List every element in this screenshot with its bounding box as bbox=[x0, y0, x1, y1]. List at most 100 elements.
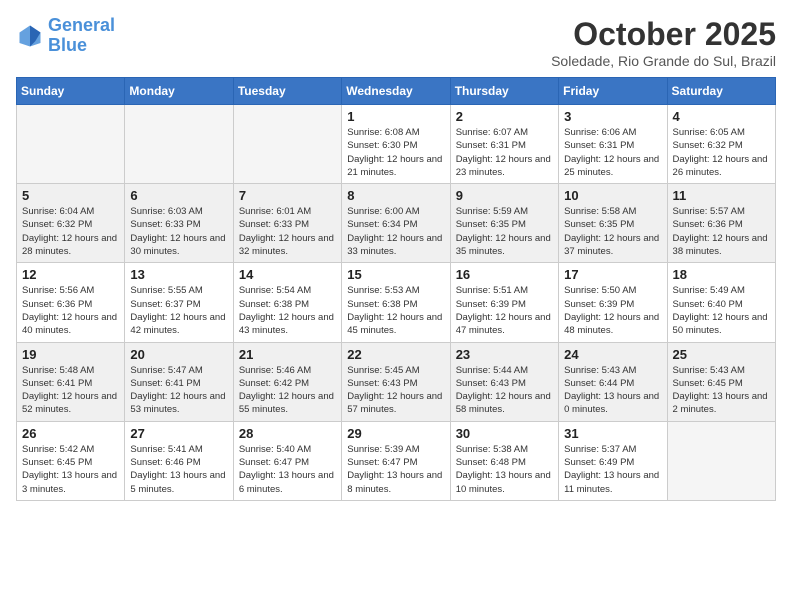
day-number: 7 bbox=[239, 188, 336, 203]
calendar-cell: 2 Sunrise: 6:07 AMSunset: 6:31 PMDaylight… bbox=[450, 105, 558, 184]
column-header-monday: Monday bbox=[125, 78, 233, 105]
day-number: 18 bbox=[673, 267, 770, 282]
location-subtitle: Soledade, Rio Grande do Sul, Brazil bbox=[551, 53, 776, 69]
calendar-cell: 26Sunrise: 5:42 AMSunset: 6:45 PMDayligh… bbox=[17, 421, 125, 500]
day-number: 13 bbox=[130, 267, 227, 282]
day-info: Sunrise: 5:56 AMSunset: 6:36 PMDaylight:… bbox=[22, 284, 119, 337]
day-info: Sunrise: 6:01 AMSunset: 6:33 PMDaylight:… bbox=[239, 205, 336, 258]
calendar-cell: 1Sunrise: 6:08 AMSunset: 6:30 PMDaylight… bbox=[342, 105, 450, 184]
logo: General Blue bbox=[16, 16, 115, 56]
day-info: Sunrise: 6:00 AMSunset: 6:34 PMDaylight:… bbox=[347, 205, 444, 258]
day-number: 17 bbox=[564, 267, 661, 282]
day-info: Sunrise: 5:44 AMSunset: 6:43 PMDaylight:… bbox=[456, 364, 553, 417]
day-info: Sunrise: 6:05 AMSunset: 6:32 PMDaylight:… bbox=[673, 126, 770, 179]
calendar-cell bbox=[125, 105, 233, 184]
day-info: Sunrise: 5:42 AMSunset: 6:45 PMDaylight:… bbox=[22, 443, 119, 496]
calendar-table: SundayMondayTuesdayWednesdayThursdayFrid… bbox=[16, 77, 776, 501]
calendar-header-row: SundayMondayTuesdayWednesdayThursdayFrid… bbox=[17, 78, 776, 105]
day-info: Sunrise: 6:04 AMSunset: 6:32 PMDaylight:… bbox=[22, 205, 119, 258]
day-info: Sunrise: 5:55 AMSunset: 6:37 PMDaylight:… bbox=[130, 284, 227, 337]
day-info: Sunrise: 5:50 AMSunset: 6:39 PMDaylight:… bbox=[564, 284, 661, 337]
calendar-week-row: 1Sunrise: 6:08 AMSunset: 6:30 PMDaylight… bbox=[17, 105, 776, 184]
day-number: 8 bbox=[347, 188, 444, 203]
calendar-cell: 28 Sunrise: 5:40 AMSunset: 6:47 PMDayligh… bbox=[233, 421, 341, 500]
day-number: 4 bbox=[673, 109, 770, 124]
column-header-saturday: Saturday bbox=[667, 78, 775, 105]
day-info: Sunrise: 5:53 AMSunset: 6:38 PMDaylight:… bbox=[347, 284, 444, 337]
calendar-cell: 27Sunrise: 5:41 AMSunset: 6:46 PMDayligh… bbox=[125, 421, 233, 500]
day-info: Sunrise: 5:51 AMSunset: 6:39 PMDaylight:… bbox=[456, 284, 553, 337]
day-number: 31 bbox=[564, 426, 661, 441]
month-title: October 2025 bbox=[551, 16, 776, 53]
calendar-week-row: 5 Sunrise: 6:04 AMSunset: 6:32 PMDaylight… bbox=[17, 184, 776, 263]
calendar-cell: 19Sunrise: 5:48 AMSunset: 6:41 PMDayligh… bbox=[17, 342, 125, 421]
day-number: 10 bbox=[564, 188, 661, 203]
calendar-week-row: 26Sunrise: 5:42 AMSunset: 6:45 PMDayligh… bbox=[17, 421, 776, 500]
calendar-cell: 25Sunrise: 5:43 AMSunset: 6:45 PMDayligh… bbox=[667, 342, 775, 421]
day-number: 15 bbox=[347, 267, 444, 282]
calendar-cell: 30 Sunrise: 5:38 AMSunset: 6:48 PMDayligh… bbox=[450, 421, 558, 500]
day-info: Sunrise: 6:06 AMSunset: 6:31 PMDaylight:… bbox=[564, 126, 661, 179]
calendar-cell bbox=[667, 421, 775, 500]
day-number: 24 bbox=[564, 347, 661, 362]
day-info: Sunrise: 5:45 AMSunset: 6:43 PMDaylight:… bbox=[347, 364, 444, 417]
day-number: 16 bbox=[456, 267, 553, 282]
calendar-cell: 7 Sunrise: 6:01 AMSunset: 6:33 PMDaylight… bbox=[233, 184, 341, 263]
page-header: General Blue October 2025 Soledade, Rio … bbox=[16, 16, 776, 69]
day-number: 12 bbox=[22, 267, 119, 282]
day-info: Sunrise: 5:58 AMSunset: 6:35 PMDaylight:… bbox=[564, 205, 661, 258]
calendar-cell: 21 Sunrise: 5:46 AMSunset: 6:42 PMDayligh… bbox=[233, 342, 341, 421]
day-info: Sunrise: 5:54 AMSunset: 6:38 PMDaylight:… bbox=[239, 284, 336, 337]
calendar-cell: 15 Sunrise: 5:53 AMSunset: 6:38 PMDayligh… bbox=[342, 263, 450, 342]
calendar-cell: 8 Sunrise: 6:00 AMSunset: 6:34 PMDaylight… bbox=[342, 184, 450, 263]
day-info: Sunrise: 5:40 AMSunset: 6:47 PMDaylight:… bbox=[239, 443, 336, 496]
column-header-sunday: Sunday bbox=[17, 78, 125, 105]
calendar-cell: 23 Sunrise: 5:44 AMSunset: 6:43 PMDayligh… bbox=[450, 342, 558, 421]
day-number: 29 bbox=[347, 426, 444, 441]
calendar-body: 1Sunrise: 6:08 AMSunset: 6:30 PMDaylight… bbox=[17, 105, 776, 501]
calendar-cell: 16 Sunrise: 5:51 AMSunset: 6:39 PMDayligh… bbox=[450, 263, 558, 342]
day-number: 9 bbox=[456, 188, 553, 203]
calendar-cell: 5 Sunrise: 6:04 AMSunset: 6:32 PMDaylight… bbox=[17, 184, 125, 263]
calendar-week-row: 19Sunrise: 5:48 AMSunset: 6:41 PMDayligh… bbox=[17, 342, 776, 421]
calendar-cell: 29 Sunrise: 5:39 AMSunset: 6:47 PMDayligh… bbox=[342, 421, 450, 500]
calendar-cell: 10 Sunrise: 5:58 AMSunset: 6:35 PMDayligh… bbox=[559, 184, 667, 263]
day-number: 20 bbox=[130, 347, 227, 362]
day-info: Sunrise: 5:37 AMSunset: 6:49 PMDaylight:… bbox=[564, 443, 661, 496]
calendar-week-row: 12 Sunrise: 5:56 AMSunset: 6:36 PMDayligh… bbox=[17, 263, 776, 342]
day-info: Sunrise: 6:03 AMSunset: 6:33 PMDaylight:… bbox=[130, 205, 227, 258]
day-number: 23 bbox=[456, 347, 553, 362]
column-header-friday: Friday bbox=[559, 78, 667, 105]
day-number: 11 bbox=[673, 188, 770, 203]
day-info: Sunrise: 5:47 AMSunset: 6:41 PMDaylight:… bbox=[130, 364, 227, 417]
day-info: Sunrise: 5:46 AMSunset: 6:42 PMDaylight:… bbox=[239, 364, 336, 417]
calendar-cell: 18Sunrise: 5:49 AMSunset: 6:40 PMDayligh… bbox=[667, 263, 775, 342]
calendar-cell: 12 Sunrise: 5:56 AMSunset: 6:36 PMDayligh… bbox=[17, 263, 125, 342]
day-info: Sunrise: 6:08 AMSunset: 6:30 PMDaylight:… bbox=[347, 126, 444, 179]
calendar-cell: 20 Sunrise: 5:47 AMSunset: 6:41 PMDayligh… bbox=[125, 342, 233, 421]
calendar-cell bbox=[17, 105, 125, 184]
day-info: Sunrise: 5:59 AMSunset: 6:35 PMDaylight:… bbox=[456, 205, 553, 258]
day-info: Sunrise: 5:39 AMSunset: 6:47 PMDaylight:… bbox=[347, 443, 444, 496]
day-number: 28 bbox=[239, 426, 336, 441]
calendar-cell: 22 Sunrise: 5:45 AMSunset: 6:43 PMDayligh… bbox=[342, 342, 450, 421]
day-number: 2 bbox=[456, 109, 553, 124]
day-number: 22 bbox=[347, 347, 444, 362]
day-number: 30 bbox=[456, 426, 553, 441]
day-info: Sunrise: 5:38 AMSunset: 6:48 PMDaylight:… bbox=[456, 443, 553, 496]
day-info: Sunrise: 5:57 AMSunset: 6:36 PMDaylight:… bbox=[673, 205, 770, 258]
calendar-cell: 9 Sunrise: 5:59 AMSunset: 6:35 PMDaylight… bbox=[450, 184, 558, 263]
calendar-cell: 3Sunrise: 6:06 AMSunset: 6:31 PMDaylight… bbox=[559, 105, 667, 184]
day-number: 21 bbox=[239, 347, 336, 362]
day-info: Sunrise: 6:07 AMSunset: 6:31 PMDaylight:… bbox=[456, 126, 553, 179]
calendar-cell: 6 Sunrise: 6:03 AMSunset: 6:33 PMDaylight… bbox=[125, 184, 233, 263]
day-number: 6 bbox=[130, 188, 227, 203]
calendar-cell: 13 Sunrise: 5:55 AMSunset: 6:37 PMDayligh… bbox=[125, 263, 233, 342]
calendar-cell: 31 Sunrise: 5:37 AMSunset: 6:49 PMDayligh… bbox=[559, 421, 667, 500]
day-number: 5 bbox=[22, 188, 119, 203]
calendar-cell: 14Sunrise: 5:54 AMSunset: 6:38 PMDayligh… bbox=[233, 263, 341, 342]
calendar-cell: 17 Sunrise: 5:50 AMSunset: 6:39 PMDayligh… bbox=[559, 263, 667, 342]
calendar-cell: 4 Sunrise: 6:05 AMSunset: 6:32 PMDaylight… bbox=[667, 105, 775, 184]
title-block: October 2025 Soledade, Rio Grande do Sul… bbox=[551, 16, 776, 69]
calendar-cell bbox=[233, 105, 341, 184]
